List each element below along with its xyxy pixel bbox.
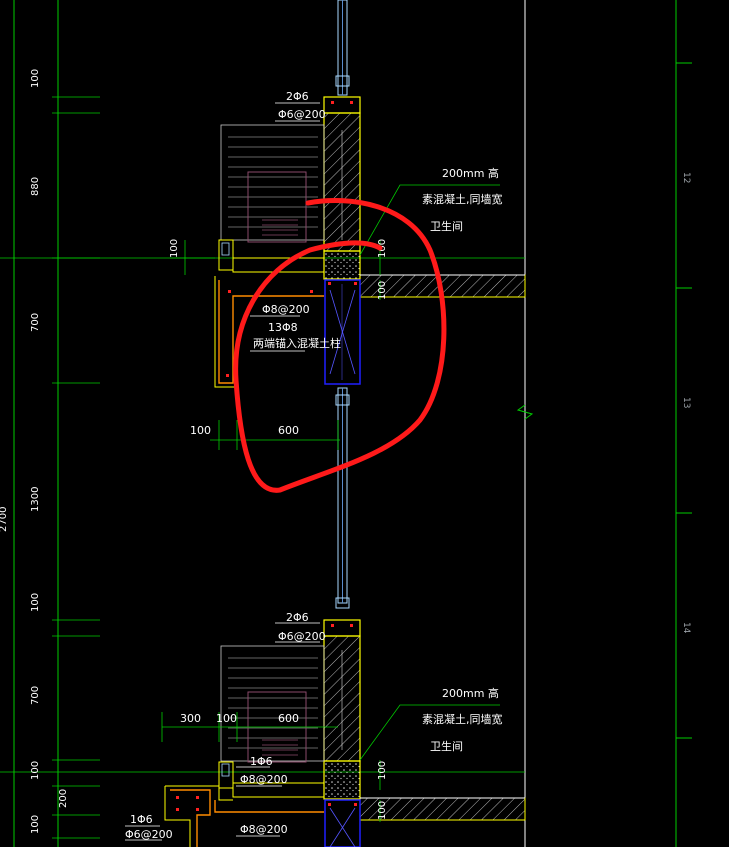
lower-detail [125, 619, 526, 847]
lower-rebar-c: 1Φ6 [130, 813, 153, 826]
upper-appliance[interactable] [220, 124, 325, 241]
dim-left-700-a: 700 [30, 313, 41, 332]
dim-left-880: 880 [30, 177, 41, 196]
lower-dim-wall-100b: 100 [377, 801, 388, 820]
upper-dim-100-left: 100 [169, 239, 180, 258]
lower-dim-600: 600 [278, 712, 299, 725]
lower-lintel[interactable] [323, 619, 361, 637]
window-mullion[interactable] [335, 0, 350, 609]
upper-concrete-block[interactable] [323, 250, 361, 280]
right-mark-14: 14 [681, 622, 691, 634]
upper-dim-bottom-600: 600 [278, 424, 299, 437]
lower-rebar-a: 1Φ6 [250, 755, 273, 768]
lower-dim-300: 300 [180, 712, 201, 725]
upper-dim-bottom-100: 100 [190, 424, 211, 437]
right-mark-13: 13 [681, 397, 691, 408]
upper-beam-note: 两端锚入混凝土柱 [253, 336, 341, 350]
lower-appliance[interactable] [220, 645, 325, 762]
left-dimension-chain [52, 96, 100, 839]
upper-dim-100-wall-b: 100 [377, 281, 388, 300]
upper-note-line3: 卫生间 [430, 219, 463, 233]
upper-lintel[interactable] [323, 96, 361, 114]
lower-top-rebar: 2Φ6 [286, 611, 309, 624]
upper-top-stirrup: Φ6@200 [278, 108, 326, 121]
lower-note-line3: 卫生间 [430, 739, 463, 753]
dim-left-100-c: 100 [30, 761, 41, 780]
upper-note-line1: 200mm 高 [442, 166, 499, 180]
lower-top-stirrup: Φ6@200 [278, 630, 326, 643]
lower-concrete-block[interactable] [323, 760, 361, 800]
lower-rebar-b: Φ8@200 [240, 773, 288, 786]
dim-left-100-a: 100 [30, 69, 41, 88]
lower-window-frame[interactable] [324, 799, 361, 847]
upper-beam-rebar-a: Φ8@200 [262, 303, 310, 316]
lower-rebar-d: Φ6@200 [125, 828, 173, 841]
dim-left-200: 200 [58, 789, 69, 808]
lower-note-line1: 200mm 高 [442, 686, 499, 700]
dim-left-100-b: 100 [30, 593, 41, 612]
dim-left-1300: 1300 [30, 487, 41, 512]
dim-left-100-d: 100 [30, 815, 41, 834]
dim-left-700-b: 700 [30, 686, 41, 705]
cad-drawing-canvas[interactable]: 100 880 700 1300 2700 100 700 100 200 10… [0, 0, 729, 847]
lower-dim-100: 100 [216, 712, 237, 725]
upper-note-line2: 素混凝土,同墙宽 [422, 192, 503, 206]
lower-dim-wall-100: 100 [377, 761, 388, 780]
right-mark-12: 12 [681, 172, 691, 183]
upper-beam-rebar-b: 13Φ8 [268, 321, 298, 334]
lower-note-line2: 素混凝土,同墙宽 [422, 712, 503, 726]
dim-left-2700: 2700 [0, 507, 9, 532]
upper-top-rebar: 2Φ6 [286, 90, 309, 103]
lower-rebar-e: Φ8@200 [240, 823, 288, 836]
